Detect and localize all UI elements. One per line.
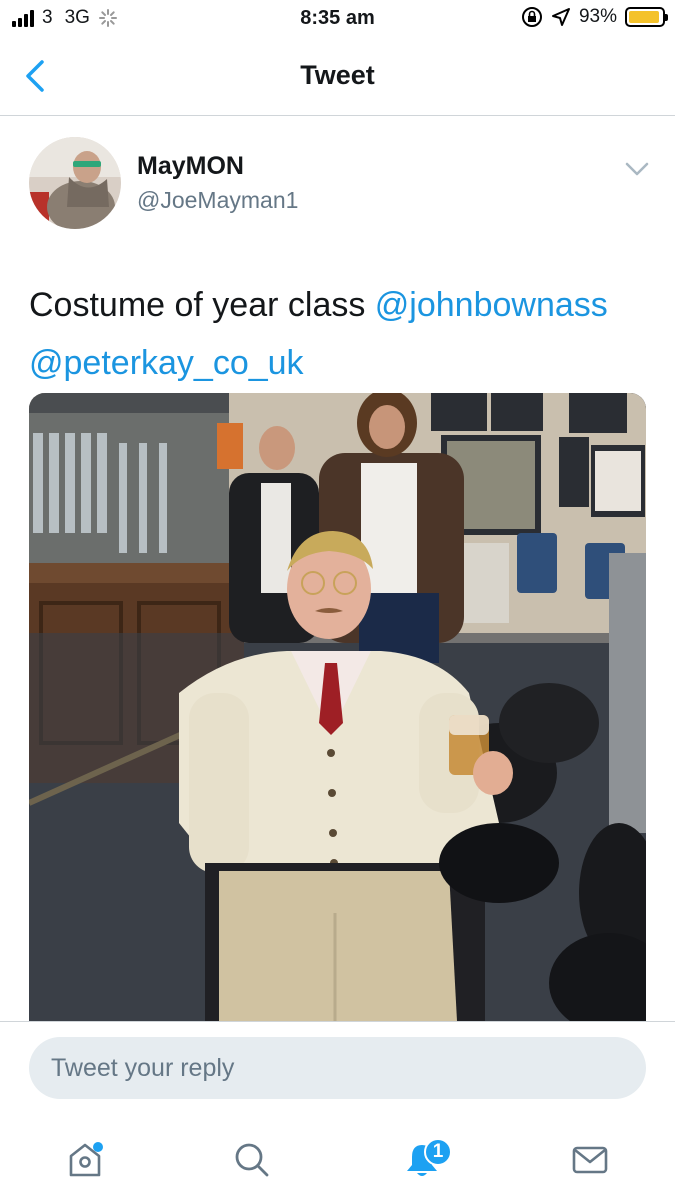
chevron-down-icon[interactable]: [624, 160, 650, 178]
battery-icon: [625, 7, 668, 27]
status-right: 93%: [521, 6, 668, 28]
mention-link[interactable]: @johnbownass: [375, 286, 608, 324]
tab-notifications[interactable]: 1: [392, 1132, 452, 1188]
battery-percent: 93%: [578, 6, 617, 27]
new-content-dot: [93, 1142, 103, 1152]
avatar[interactable]: [29, 137, 121, 229]
envelope-icon: [572, 1146, 608, 1174]
tab-search[interactable]: [222, 1132, 282, 1188]
location-arrow-icon: [551, 8, 570, 26]
reply-area: [0, 1021, 675, 1118]
status-bar: 3 3G 8:35 am 93%: [0, 0, 675, 38]
display-name[interactable]: MayMON: [137, 152, 244, 181]
battery-level: [629, 11, 659, 23]
tweet-photo[interactable]: [29, 393, 646, 1021]
notification-badge: 1: [424, 1138, 452, 1166]
mention-link[interactable]: @peterkay_co_uk: [29, 344, 304, 382]
tweet-text-body: Costume of year class: [29, 286, 375, 324]
reply-input[interactable]: [29, 1037, 646, 1099]
tab-home[interactable]: [55, 1132, 115, 1188]
tweet-text: Costume of year class @johnbownass @pete…: [29, 276, 659, 392]
nav-bar: Tweet: [0, 38, 675, 116]
search-icon: [235, 1143, 269, 1177]
tab-bar: 1: [0, 1118, 675, 1200]
user-handle[interactable]: @JoeMayman1: [137, 187, 298, 214]
tab-messages[interactable]: [560, 1132, 620, 1188]
orientation-lock-icon: [521, 7, 542, 27]
page-title: Tweet: [300, 60, 375, 90]
